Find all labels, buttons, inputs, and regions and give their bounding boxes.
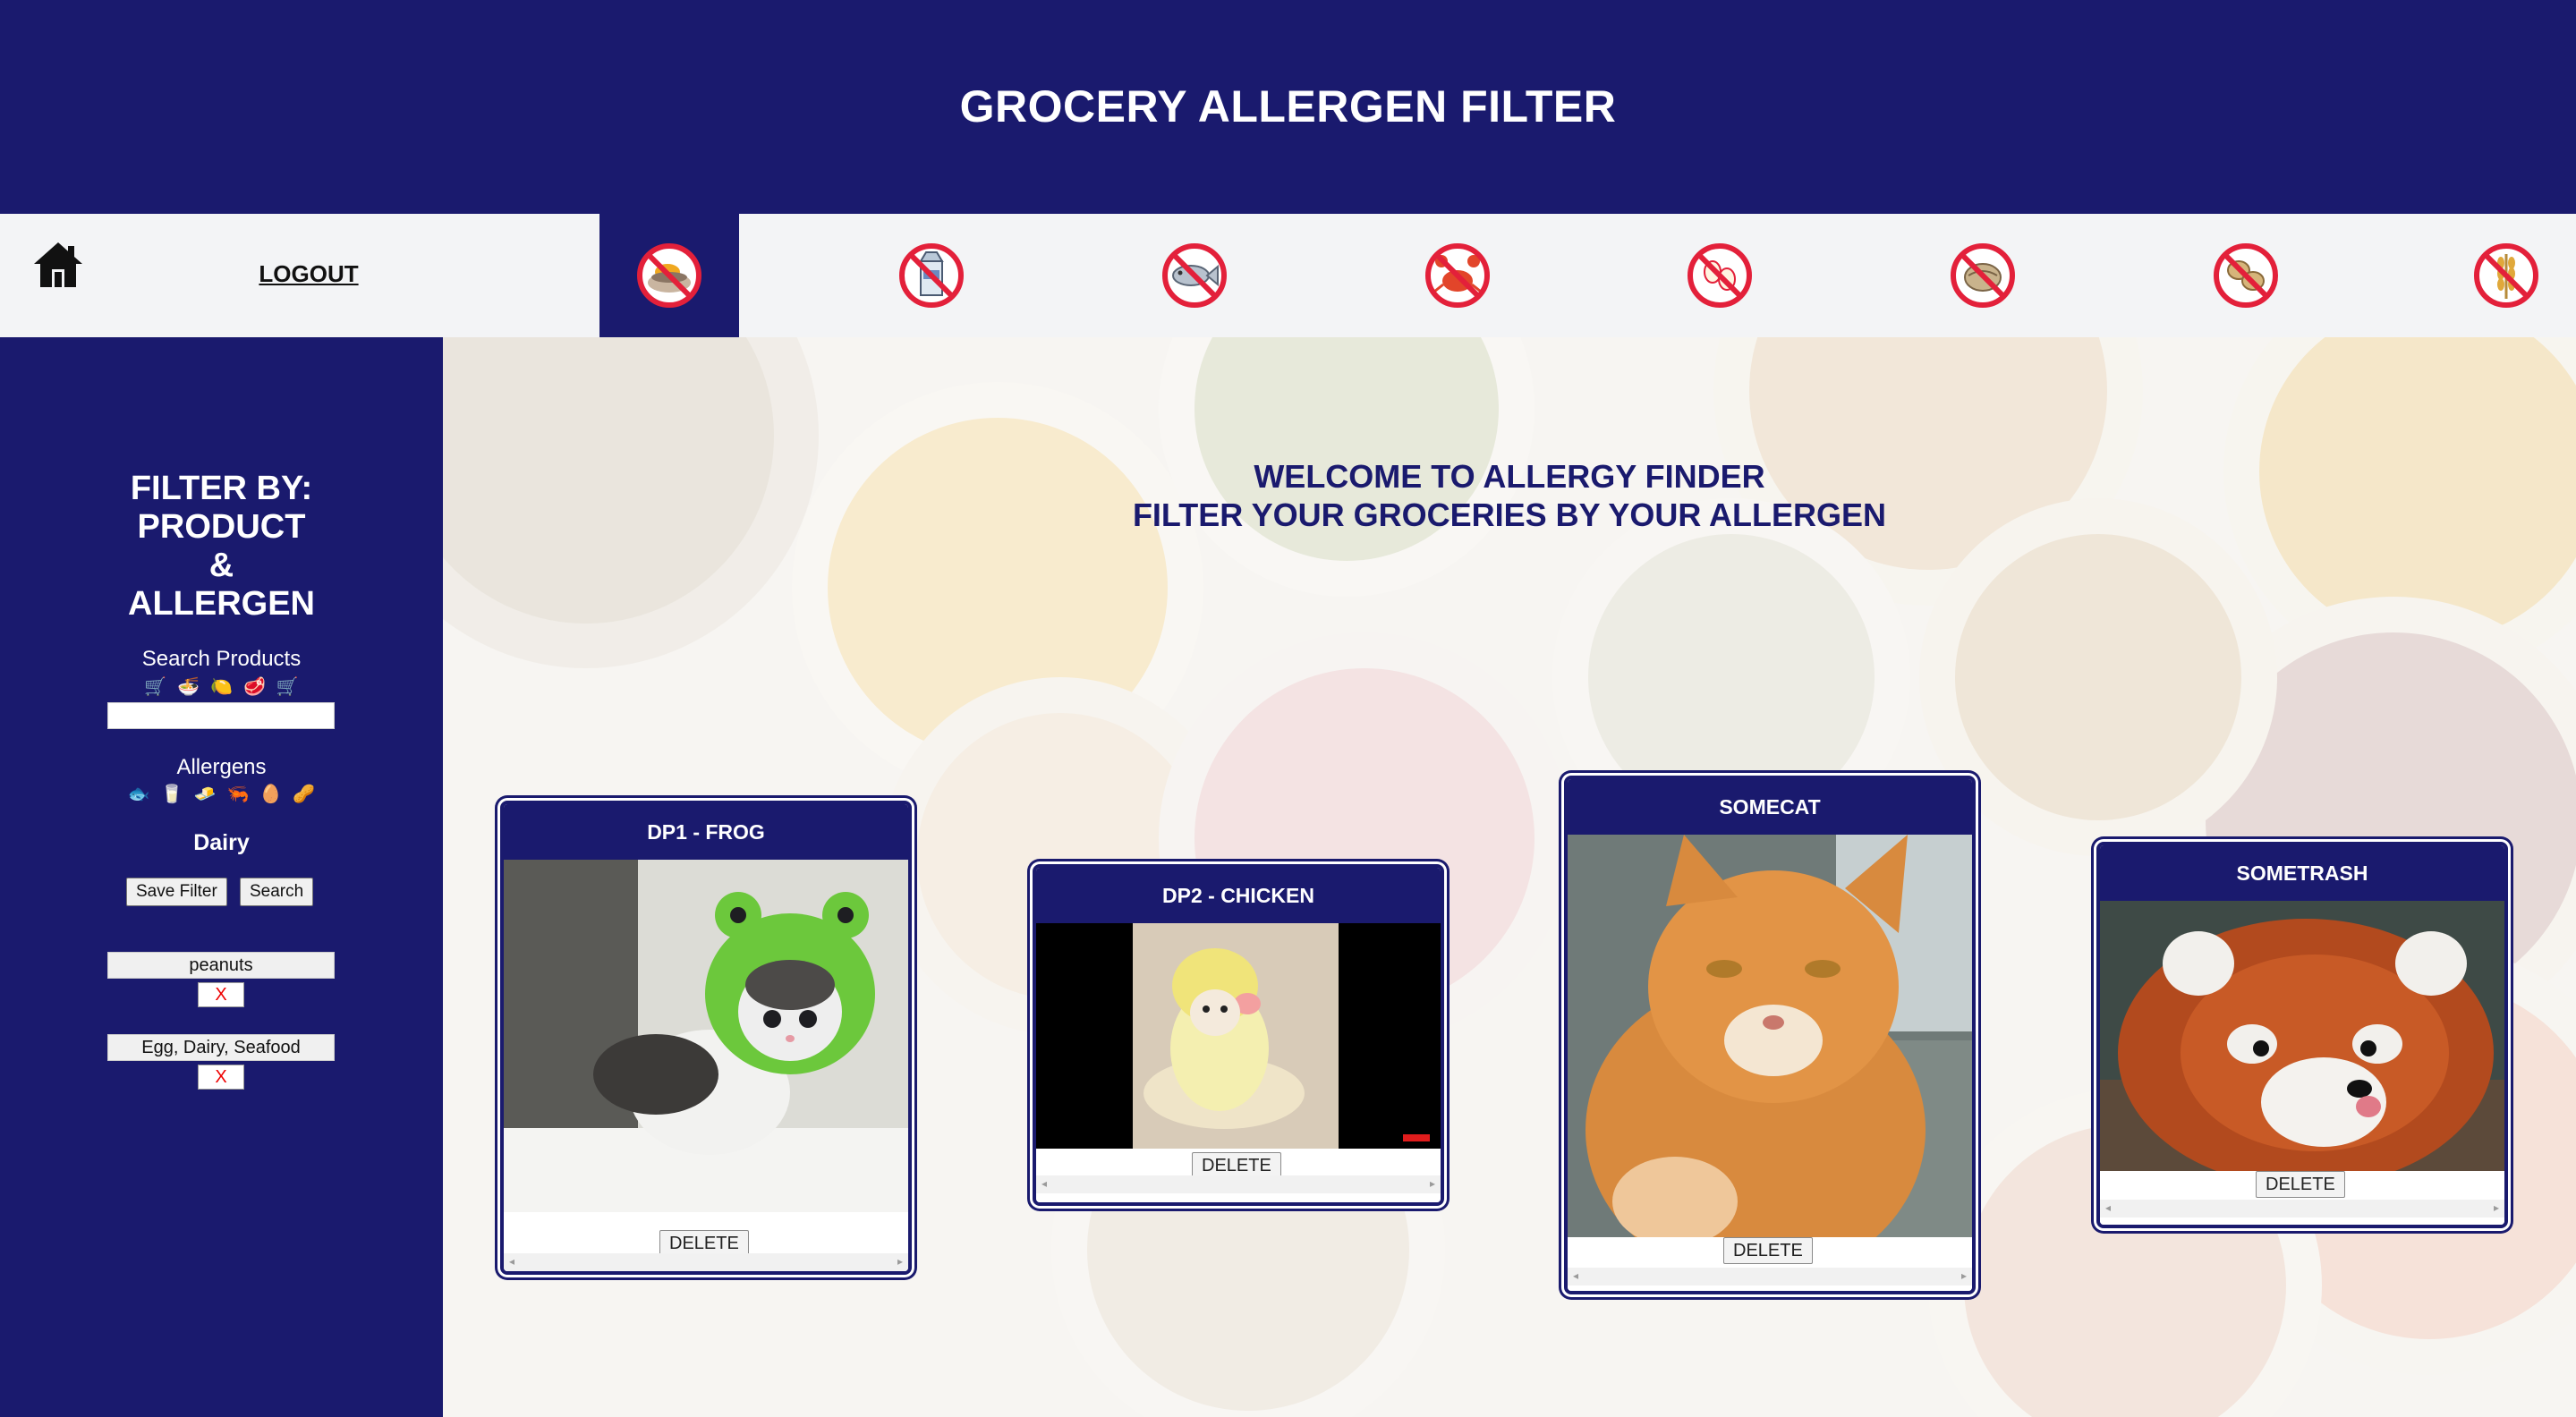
product-card-sometrash: SOMETRASH DELETE ◂ ▸ (2096, 842, 2508, 1228)
no-fish-icon (1162, 243, 1227, 308)
save-filter-button[interactable]: Save Filter (126, 878, 227, 906)
card-footer: DELETE ◂ ▸ (1568, 1237, 1972, 1291)
orange-tabby-cat-image (1568, 835, 1972, 1237)
card-title: SOMETRASH (2100, 845, 2504, 901)
product-card-dp1-frog: DP1 - FROG DELETE ◂ ▸ (500, 801, 912, 1275)
no-crab-icon (1425, 243, 1490, 308)
product-card-somecat: SOMECAT DELETE ◂ ▸ (1564, 776, 1976, 1294)
meat-icon: 🥩 (242, 677, 266, 697)
card-footer: DELETE ◂ ▸ (1036, 1149, 1441, 1202)
allergen-fish-button[interactable] (1125, 214, 1264, 337)
allergens-label: Allergens (176, 755, 267, 779)
no-tree-nut-icon (1951, 243, 2015, 308)
no-peanut-icon (2214, 243, 2278, 308)
allergen-tree-nut-button[interactable] (1913, 214, 2053, 337)
allergen-milk-button[interactable] (862, 214, 1001, 337)
remove-filter-2-button[interactable]: X (198, 1065, 244, 1090)
app-title: GROCERY ALLERGEN FILTER (959, 81, 1617, 132)
home-button[interactable] (30, 237, 86, 293)
shrimp-icon[interactable]: 🦐 (227, 783, 250, 805)
filter-sidebar: FILTER BY: PRODUCT & ALLERGEN Search Pro… (0, 337, 443, 1417)
egg-icon[interactable]: 🥚 (259, 783, 282, 805)
product-card-dp2-chicken: DP2 - CHICKEN DELETE ◂ ▸ (1033, 864, 1444, 1206)
search-products-input[interactable] (107, 702, 335, 729)
selected-allergen: Dairy (193, 830, 250, 855)
delete-button[interactable]: DELETE (2256, 1171, 2345, 1198)
card-image (1568, 835, 1972, 1237)
butter-icon[interactable]: 🧈 (194, 783, 217, 805)
delete-button[interactable]: DELETE (1723, 1237, 1813, 1264)
cart-icon: 🛒 (276, 677, 299, 697)
remove-filter-1-button[interactable]: X (198, 982, 244, 1007)
noodle-bowl-icon: 🍜 (177, 677, 200, 697)
card-title: DP2 - CHICKEN (1036, 868, 1441, 923)
allergen-navbar: LOGOUT (0, 214, 2576, 337)
allergen-shellfish-button[interactable] (599, 214, 739, 337)
saved-filter-2: Egg, Dairy, Seafood (107, 1034, 335, 1061)
no-wheat-icon (2474, 243, 2538, 308)
peanut-icon[interactable]: 🥜 (293, 783, 315, 805)
cart-icon: 🛒 (144, 677, 167, 697)
no-shellfish-icon (637, 243, 701, 308)
horizontal-scrollbar[interactable]: ◂ ▸ (504, 1253, 908, 1271)
card-footer: DELETE ◂ ▸ (2100, 1171, 2504, 1225)
allergen-peanut-button[interactable] (2176, 214, 2316, 337)
allergen-wheat-button[interactable] (2436, 214, 2576, 337)
lemon-icon: 🍋 (210, 677, 233, 697)
welcome-message: WELCOME TO ALLERGY FINDER FILTER YOUR GR… (1132, 458, 1887, 533)
allergen-egg-button[interactable] (1650, 214, 1790, 337)
card-title: SOMECAT (1568, 779, 1972, 835)
search-products-label: Search Products (141, 647, 302, 671)
home-icon (34, 242, 82, 287)
milk-icon[interactable]: 🥛 (161, 783, 183, 805)
card-title: DP1 - FROG (504, 804, 908, 860)
card-footer: DELETE ◂ ▸ (504, 1212, 908, 1271)
allergen-crab-button[interactable] (1388, 214, 1527, 337)
filter-title: FILTER BY: PRODUCT & ALLERGEN (128, 470, 315, 623)
red-panda-image (2100, 901, 2504, 1171)
card-image (1036, 923, 1441, 1149)
search-button[interactable]: Search (240, 878, 314, 906)
horizontal-scrollbar[interactable]: ◂ ▸ (2100, 1200, 2504, 1218)
horizontal-scrollbar[interactable]: ◂ ▸ (1568, 1268, 1972, 1285)
app-header: GROCERY ALLERGEN FILTER (0, 0, 2576, 214)
horizontal-scrollbar[interactable]: ◂ ▸ (1036, 1175, 1441, 1193)
kitten-in-frog-hat-image (504, 860, 908, 1212)
search-products-icons: 🛒 🍜 🍋 🥩 🛒 (0, 675, 443, 698)
fish-icon[interactable]: 🐟 (128, 783, 150, 805)
no-egg-icon (1688, 243, 1752, 308)
dog-in-chick-costume-image (1036, 923, 1441, 1149)
allergen-picker: 🐟 🥛 🧈 🦐 🥚 🥜 (0, 783, 443, 805)
card-image (504, 860, 908, 1212)
saved-filter-1: peanuts (107, 952, 335, 979)
main-content: WELCOME TO ALLERGY FINDER FILTER YOUR GR… (443, 337, 2576, 1417)
card-image (2100, 901, 2504, 1171)
no-milk-icon (899, 243, 964, 308)
logout-link[interactable]: LOGOUT (251, 260, 367, 288)
